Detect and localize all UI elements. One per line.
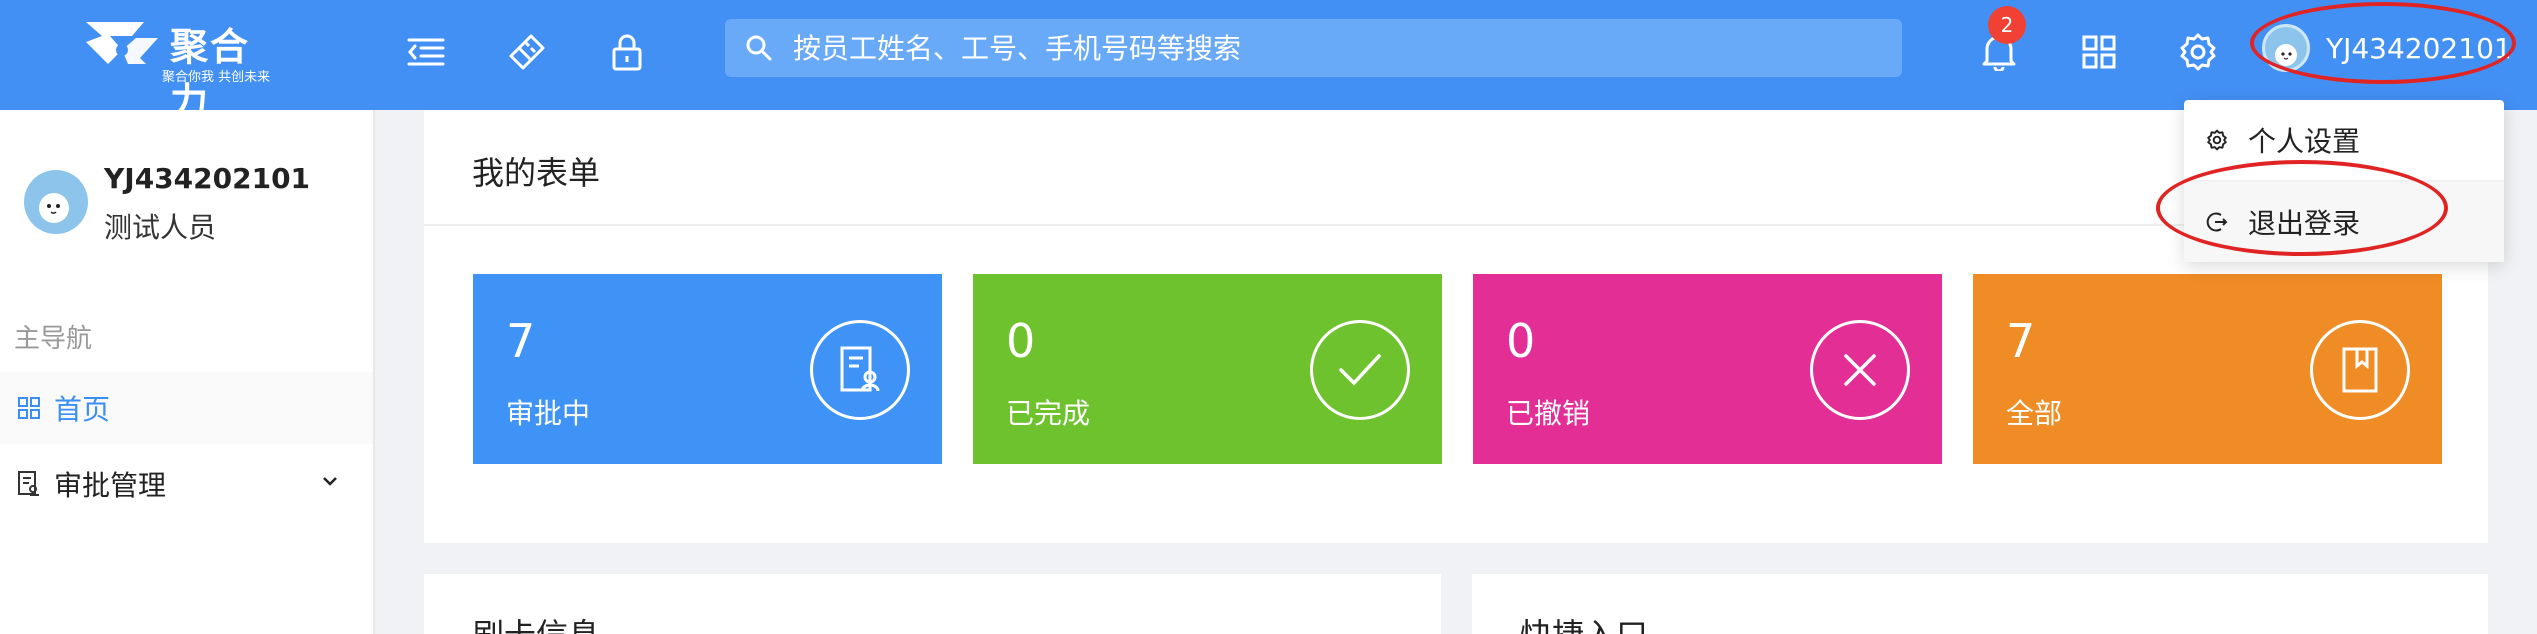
user-menu-button[interactable]: YJ434202101	[2262, 20, 2514, 76]
nav-section-title: 主导航	[14, 324, 93, 354]
x-icon	[1810, 320, 1910, 420]
my-forms-card: 我的表单 7 审批中 0 已完成 0 已撤销 7 全部	[424, 110, 2488, 543]
notification-badge: 2	[1988, 6, 2026, 44]
stat-card-all[interactable]: 7 全部	[1973, 274, 2442, 464]
lock-icon[interactable]	[601, 26, 653, 78]
stat-card-pending[interactable]: 7 审批中	[473, 274, 942, 464]
card-title: 刷卡信息	[472, 610, 600, 634]
menu-item-label: 退出登录	[2248, 207, 2361, 240]
card-title: 快捷入口	[1520, 610, 1648, 634]
stat-value: 0	[1006, 314, 1036, 368]
sidebar-user-name: YJ434202101	[104, 162, 311, 195]
logo-slogan: 聚合你我 共创未来	[162, 70, 271, 85]
check-icon	[1310, 320, 1410, 420]
menu-toggle-icon[interactable]	[400, 26, 452, 78]
sidebar-item-approval[interactable]: 审批管理	[0, 448, 373, 520]
top-header: 聚合力 聚合你我 共创未来 2	[0, 0, 2537, 124]
book-icon	[2310, 320, 2410, 420]
brand-logo[interactable]: 聚合力 聚合你我 共创未来	[82, 16, 282, 124]
stat-label: 已撤销	[1506, 397, 1591, 430]
sidebar-item-home[interactable]: 首页	[0, 372, 373, 444]
stat-value: 0	[1506, 314, 1536, 368]
sidebar-item-label: 首页	[54, 393, 111, 426]
stat-value: 7	[2006, 314, 2036, 368]
avatar	[2262, 24, 2310, 72]
search-input[interactable]	[793, 19, 1883, 77]
card-quick-access: 快捷入口	[1472, 574, 2488, 634]
menu-item-label: 个人设置	[2248, 125, 2361, 158]
stat-card-revoked[interactable]: 0 已撤销	[1473, 274, 1942, 464]
sidebar-item-label: 审批管理	[54, 469, 167, 502]
stat-label: 全部	[2006, 397, 2063, 430]
divider	[424, 224, 2488, 226]
form-doc-icon	[810, 320, 910, 420]
card-swipe-info: 刷卡信息	[424, 574, 1441, 634]
grid-icon	[18, 397, 40, 419]
stat-label: 已完成	[1006, 397, 1091, 430]
search-icon	[746, 35, 772, 61]
avatar	[24, 170, 88, 234]
sidebar-user-role: 测试人员	[104, 211, 217, 244]
menu-item-logout[interactable]: 退出登录	[2184, 182, 2504, 262]
eraser-icon[interactable]	[501, 26, 553, 78]
search-box[interactable]	[725, 19, 1902, 77]
chevron-down-icon[interactable]	[322, 476, 338, 488]
approval-doc-icon	[18, 471, 39, 496]
header-user-name: YJ434202101	[2326, 31, 2512, 65]
menu-item-personal-settings[interactable]: 个人设置	[2184, 100, 2504, 180]
user-dropdown-menu: 个人设置 退出登录	[2184, 100, 2504, 262]
stat-card-completed[interactable]: 0 已完成	[973, 274, 1442, 464]
stat-label: 审批中	[506, 397, 591, 430]
settings-gear-icon[interactable]	[2172, 26, 2224, 78]
apps-grid-icon[interactable]	[2073, 26, 2125, 78]
sidebar: YJ434202101 测试人员 主导航 首页 审批管理	[0, 110, 375, 634]
logout-icon	[2206, 212, 2228, 232]
logo-mark-icon	[86, 22, 158, 64]
card-title: 我的表单	[472, 154, 601, 192]
gear-icon	[2207, 129, 2227, 151]
stat-value: 7	[506, 314, 536, 368]
